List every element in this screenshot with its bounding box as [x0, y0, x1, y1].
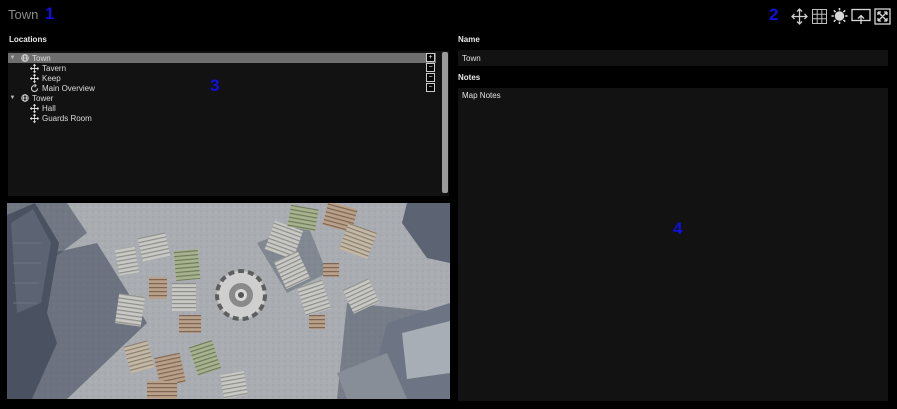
move-icon[interactable]: [791, 7, 808, 25]
tree-item-label: Tavern: [42, 63, 67, 73]
move-icon: [30, 113, 39, 123]
fullscreen-icon[interactable]: [874, 7, 891, 25]
tree-item-town[interactable]: ▼ Town: [8, 53, 436, 63]
remove-button[interactable]: −: [426, 83, 435, 92]
remove-button[interactable]: −: [426, 63, 435, 72]
locations-tree: ▼ Town + Tavern − Keep − Main Overview −…: [8, 51, 449, 196]
tree-item-hall[interactable]: Hall: [30, 103, 56, 113]
move-icon: [30, 103, 39, 113]
remove-button[interactable]: −: [426, 73, 435, 82]
grid-icon[interactable]: [811, 8, 828, 25]
cast-screen-icon[interactable]: [851, 8, 871, 25]
rotate-icon: [30, 83, 39, 93]
locations-label: Locations: [9, 35, 47, 44]
name-field[interactable]: [458, 50, 888, 66]
callout-marker-4: 4: [673, 219, 683, 238]
brightness-icon[interactable]: [831, 7, 848, 25]
tree-item-main-overview[interactable]: Main Overview: [30, 83, 95, 93]
tree-item-label: Keep: [42, 73, 61, 83]
move-icon: [30, 73, 39, 83]
map-preview[interactable]: [7, 203, 450, 399]
tree-item-label: Hall: [42, 103, 56, 113]
name-label: Name: [458, 35, 480, 44]
add-button[interactable]: +: [426, 53, 435, 62]
callout-marker-3: 3: [210, 76, 220, 95]
callout-marker-2: 2: [769, 5, 779, 24]
tree-item-tavern[interactable]: Tavern: [30, 63, 66, 73]
callout-marker-1: 1: [45, 4, 55, 23]
expand-arrow-icon[interactable]: ▼: [8, 55, 17, 61]
toolbar: [791, 7, 891, 25]
window-title: Town: [8, 7, 39, 22]
notes-field[interactable]: Map Notes: [458, 88, 888, 401]
move-icon: [30, 63, 39, 73]
tree-item-guards-room[interactable]: Guards Room: [30, 113, 92, 123]
tree-item-label: Guards Room: [42, 113, 92, 123]
tree-item-keep[interactable]: Keep: [30, 73, 61, 83]
tree-item-label: Tower: [32, 93, 54, 103]
tree-item-tower[interactable]: ▼ Tower: [8, 93, 54, 103]
expand-arrow-icon[interactable]: ▼: [8, 95, 17, 101]
scrollbar[interactable]: [442, 52, 448, 193]
globe-icon: [20, 54, 29, 63]
tree-item-label: Main Overview: [42, 83, 95, 93]
globe-icon: [20, 94, 29, 103]
tree-item-label: Town: [32, 53, 51, 63]
notes-label: Notes: [458, 73, 481, 82]
